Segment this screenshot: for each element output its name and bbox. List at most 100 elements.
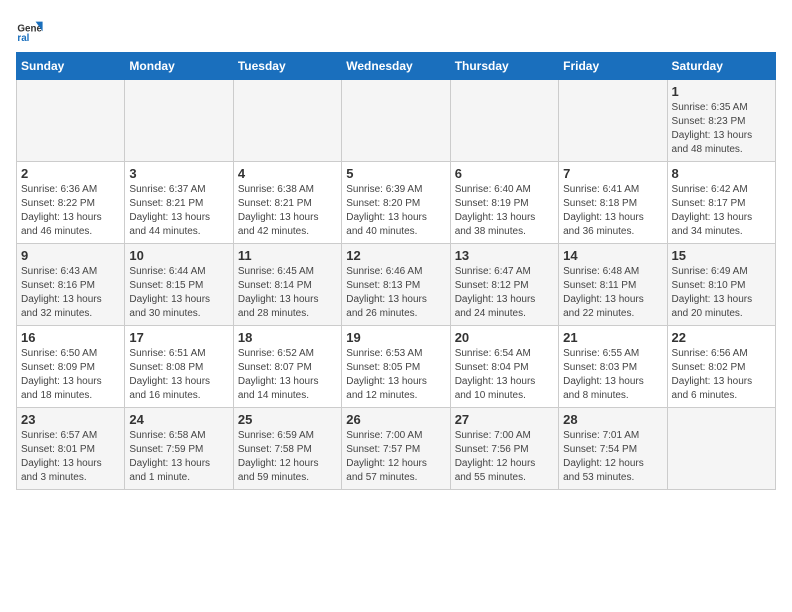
day-number: 27 bbox=[455, 412, 554, 427]
svg-text:ral: ral bbox=[17, 33, 29, 44]
calendar-cell: 28 Sunrise: 7:01 AM Sunset: 7:54 PM Dayli… bbox=[559, 408, 667, 490]
calendar-week-row: 9 Sunrise: 6:43 AM Sunset: 8:16 PM Daylig… bbox=[17, 244, 776, 326]
weekday-header-sunday: Sunday bbox=[17, 53, 125, 80]
calendar-week-row: 16 Sunrise: 6:50 AM Sunset: 8:09 PM Dayli… bbox=[17, 326, 776, 408]
day-detail: Sunrise: 6:53 AM Sunset: 8:05 PM Dayligh… bbox=[346, 347, 445, 403]
day-number: 10 bbox=[129, 248, 228, 263]
day-number: 4 bbox=[238, 166, 337, 181]
day-detail: Sunrise: 6:58 AM Sunset: 7:59 PM Dayligh… bbox=[129, 429, 228, 485]
calendar-cell bbox=[450, 80, 558, 162]
day-detail: Sunrise: 6:37 AM Sunset: 8:21 PM Dayligh… bbox=[129, 183, 228, 239]
calendar-cell: 7 Sunrise: 6:41 AM Sunset: 8:18 PM Daylig… bbox=[559, 162, 667, 244]
calendar-cell: 23Sunrise: 6:57 AM Sunset: 8:01 PM Dayli… bbox=[17, 408, 125, 490]
day-detail: Sunrise: 6:52 AM Sunset: 8:07 PM Dayligh… bbox=[238, 347, 337, 403]
day-detail: Sunrise: 7:00 AM Sunset: 7:56 PM Dayligh… bbox=[455, 429, 554, 485]
calendar-cell: 6 Sunrise: 6:40 AM Sunset: 8:19 PM Daylig… bbox=[450, 162, 558, 244]
day-number: 5 bbox=[346, 166, 445, 181]
calendar-cell: 20 Sunrise: 6:54 AM Sunset: 8:04 PM Dayli… bbox=[450, 326, 558, 408]
day-number: 28 bbox=[563, 412, 662, 427]
day-number: 3 bbox=[129, 166, 228, 181]
day-number: 2 bbox=[21, 166, 120, 181]
day-number: 20 bbox=[455, 330, 554, 345]
day-number: 12 bbox=[346, 248, 445, 263]
day-number: 11 bbox=[238, 248, 337, 263]
day-detail: Sunrise: 6:59 AM Sunset: 7:58 PM Dayligh… bbox=[238, 429, 337, 485]
calendar-cell bbox=[342, 80, 450, 162]
day-detail: Sunrise: 6:42 AM Sunset: 8:17 PM Dayligh… bbox=[672, 183, 771, 239]
day-detail: Sunrise: 6:55 AM Sunset: 8:03 PM Dayligh… bbox=[563, 347, 662, 403]
day-number: 25 bbox=[238, 412, 337, 427]
day-detail: Sunrise: 6:45 AM Sunset: 8:14 PM Dayligh… bbox=[238, 265, 337, 321]
calendar-cell: 24 Sunrise: 6:58 AM Sunset: 7:59 PM Dayli… bbox=[125, 408, 233, 490]
day-number: 26 bbox=[346, 412, 445, 427]
calendar-cell: 10 Sunrise: 6:44 AM Sunset: 8:15 PM Dayli… bbox=[125, 244, 233, 326]
day-detail: Sunrise: 6:36 AM Sunset: 8:22 PM Dayligh… bbox=[21, 183, 120, 239]
weekday-header-monday: Monday bbox=[125, 53, 233, 80]
calendar-table: SundayMondayTuesdayWednesdayThursdayFrid… bbox=[16, 52, 776, 490]
calendar-cell bbox=[17, 80, 125, 162]
calendar-cell: 17 Sunrise: 6:51 AM Sunset: 8:08 PM Dayli… bbox=[125, 326, 233, 408]
calendar-cell: 21 Sunrise: 6:55 AM Sunset: 8:03 PM Dayli… bbox=[559, 326, 667, 408]
day-number: 6 bbox=[455, 166, 554, 181]
weekday-header-thursday: Thursday bbox=[450, 53, 558, 80]
calendar-week-row: 1Sunrise: 6:35 AM Sunset: 8:23 PM Daylig… bbox=[17, 80, 776, 162]
calendar-cell: 14 Sunrise: 6:48 AM Sunset: 8:11 PM Dayli… bbox=[559, 244, 667, 326]
calendar-cell: 18 Sunrise: 6:52 AM Sunset: 8:07 PM Dayli… bbox=[233, 326, 341, 408]
calendar-cell: 16 Sunrise: 6:50 AM Sunset: 8:09 PM Dayli… bbox=[17, 326, 125, 408]
calendar-cell: 27 Sunrise: 7:00 AM Sunset: 7:56 PM Dayli… bbox=[450, 408, 558, 490]
calendar-cell: 25 Sunrise: 6:59 AM Sunset: 7:58 PM Dayli… bbox=[233, 408, 341, 490]
day-detail: Sunrise: 6:44 AM Sunset: 8:15 PM Dayligh… bbox=[129, 265, 228, 321]
day-detail: Sunrise: 7:01 AM Sunset: 7:54 PM Dayligh… bbox=[563, 429, 662, 485]
day-detail: Sunrise: 6:57 AM Sunset: 8:01 PM Dayligh… bbox=[21, 429, 120, 485]
day-detail: Sunrise: 6:46 AM Sunset: 8:13 PM Dayligh… bbox=[346, 265, 445, 321]
calendar-cell: 19Sunrise: 6:53 AM Sunset: 8:05 PM Dayli… bbox=[342, 326, 450, 408]
day-number: 21 bbox=[563, 330, 662, 345]
day-number: 22 bbox=[672, 330, 771, 345]
page-header: Gene ral bbox=[16, 16, 776, 44]
day-number: 14 bbox=[563, 248, 662, 263]
day-detail: Sunrise: 6:43 AM Sunset: 8:16 PM Dayligh… bbox=[21, 265, 120, 321]
day-detail: Sunrise: 6:48 AM Sunset: 8:11 PM Dayligh… bbox=[563, 265, 662, 321]
day-number: 9 bbox=[21, 248, 120, 263]
calendar-cell: 1Sunrise: 6:35 AM Sunset: 8:23 PM Daylig… bbox=[667, 80, 775, 162]
calendar-cell: 5Sunrise: 6:39 AM Sunset: 8:20 PM Daylig… bbox=[342, 162, 450, 244]
calendar-cell bbox=[559, 80, 667, 162]
day-number: 8 bbox=[672, 166, 771, 181]
calendar-cell: 13 Sunrise: 6:47 AM Sunset: 8:12 PM Dayli… bbox=[450, 244, 558, 326]
day-detail: Sunrise: 6:51 AM Sunset: 8:08 PM Dayligh… bbox=[129, 347, 228, 403]
day-number: 18 bbox=[238, 330, 337, 345]
day-number: 17 bbox=[129, 330, 228, 345]
calendar-cell: 22 Sunrise: 6:56 AM Sunset: 8:02 PM Dayli… bbox=[667, 326, 775, 408]
day-number: 16 bbox=[21, 330, 120, 345]
weekday-header-saturday: Saturday bbox=[667, 53, 775, 80]
day-detail: Sunrise: 6:49 AM Sunset: 8:10 PM Dayligh… bbox=[672, 265, 771, 321]
weekday-header-friday: Friday bbox=[559, 53, 667, 80]
day-detail: Sunrise: 6:35 AM Sunset: 8:23 PM Dayligh… bbox=[672, 101, 771, 157]
calendar-cell bbox=[667, 408, 775, 490]
day-number: 15 bbox=[672, 248, 771, 263]
calendar-header-row: SundayMondayTuesdayWednesdayThursdayFrid… bbox=[17, 53, 776, 80]
day-number: 13 bbox=[455, 248, 554, 263]
calendar-cell bbox=[125, 80, 233, 162]
day-number: 24 bbox=[129, 412, 228, 427]
logo-icon: Gene ral bbox=[16, 16, 44, 44]
logo: Gene ral bbox=[16, 16, 48, 44]
day-detail: Sunrise: 6:41 AM Sunset: 8:18 PM Dayligh… bbox=[563, 183, 662, 239]
day-detail: Sunrise: 6:54 AM Sunset: 8:04 PM Dayligh… bbox=[455, 347, 554, 403]
calendar-cell bbox=[233, 80, 341, 162]
day-detail: Sunrise: 6:38 AM Sunset: 8:21 PM Dayligh… bbox=[238, 183, 337, 239]
calendar-week-row: 23Sunrise: 6:57 AM Sunset: 8:01 PM Dayli… bbox=[17, 408, 776, 490]
calendar-cell: 12 Sunrise: 6:46 AM Sunset: 8:13 PM Dayli… bbox=[342, 244, 450, 326]
day-detail: Sunrise: 6:56 AM Sunset: 8:02 PM Dayligh… bbox=[672, 347, 771, 403]
day-detail: Sunrise: 7:00 AM Sunset: 7:57 PM Dayligh… bbox=[346, 429, 445, 485]
calendar-cell: 26 Sunrise: 7:00 AM Sunset: 7:57 PM Dayli… bbox=[342, 408, 450, 490]
calendar-cell: 15 Sunrise: 6:49 AM Sunset: 8:10 PM Dayli… bbox=[667, 244, 775, 326]
day-detail: Sunrise: 6:40 AM Sunset: 8:19 PM Dayligh… bbox=[455, 183, 554, 239]
day-detail: Sunrise: 6:47 AM Sunset: 8:12 PM Dayligh… bbox=[455, 265, 554, 321]
day-detail: Sunrise: 6:50 AM Sunset: 8:09 PM Dayligh… bbox=[21, 347, 120, 403]
calendar-cell: 11 Sunrise: 6:45 AM Sunset: 8:14 PM Dayli… bbox=[233, 244, 341, 326]
calendar-cell: 9 Sunrise: 6:43 AM Sunset: 8:16 PM Daylig… bbox=[17, 244, 125, 326]
day-number: 7 bbox=[563, 166, 662, 181]
weekday-header-tuesday: Tuesday bbox=[233, 53, 341, 80]
calendar-week-row: 2 Sunrise: 6:36 AM Sunset: 8:22 PM Daylig… bbox=[17, 162, 776, 244]
